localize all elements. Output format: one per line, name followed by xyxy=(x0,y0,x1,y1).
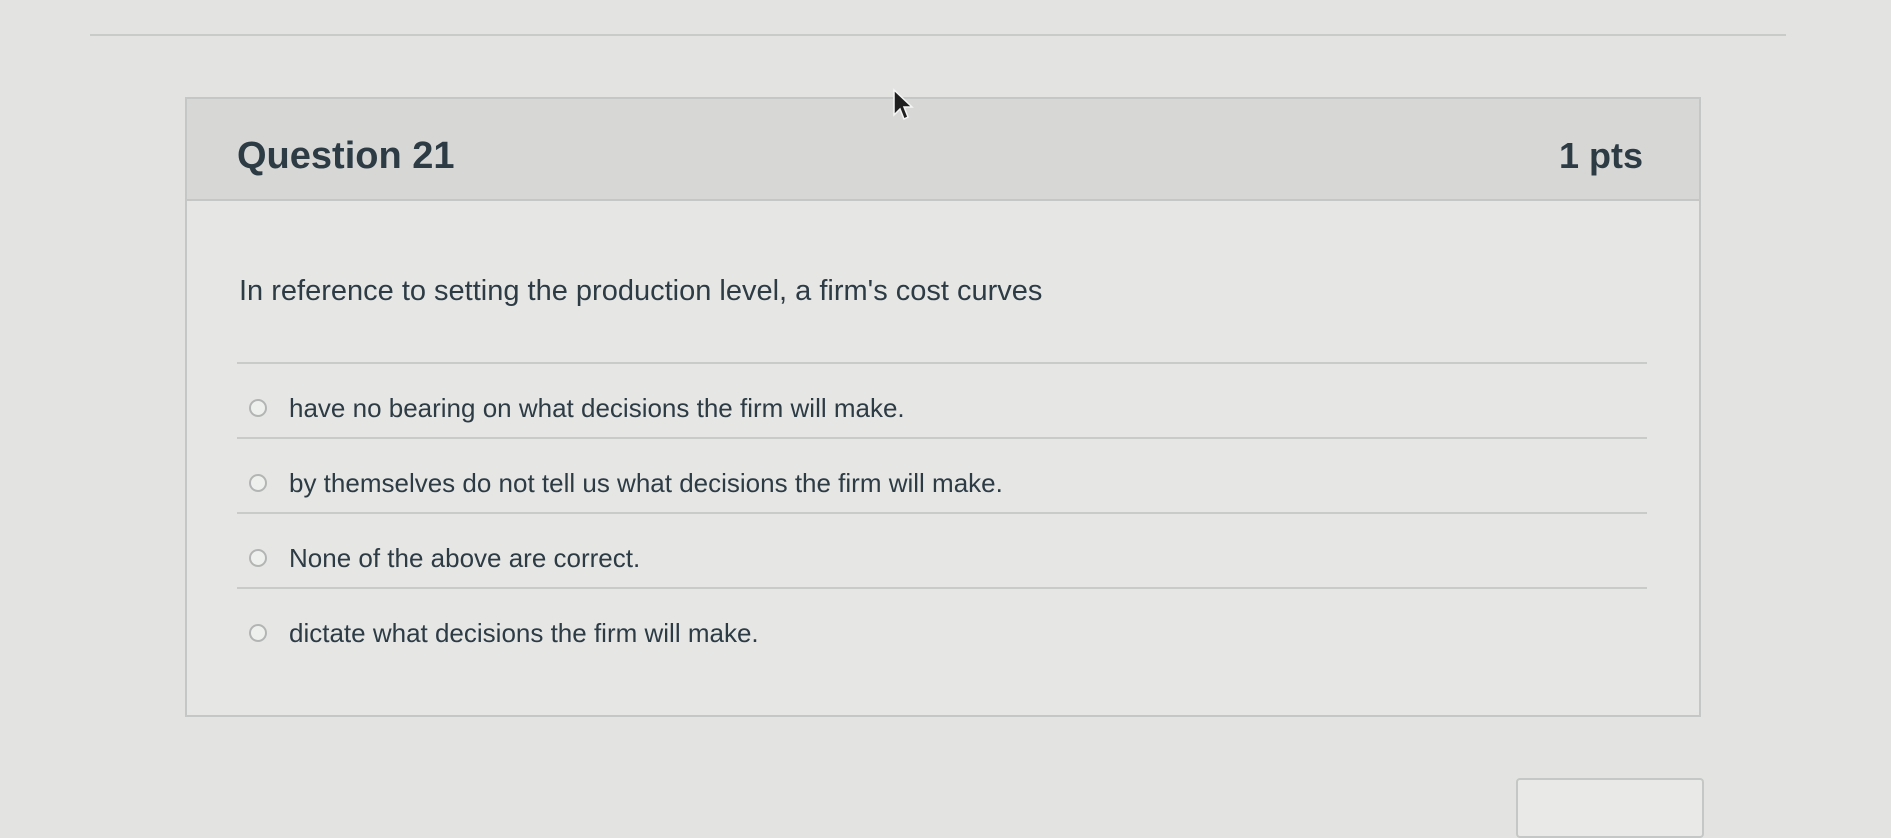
question-header: Question 21 1 pts xyxy=(187,99,1699,201)
answer-list: have no bearing on what decisions the fi… xyxy=(237,362,1647,662)
answer-label[interactable]: dictate what decisions the firm will mak… xyxy=(289,618,759,649)
arrow-cursor-icon xyxy=(893,88,914,121)
question-points: 1 pts xyxy=(1558,135,1643,176)
question-card: Question 21 1 pts In reference to settin… xyxy=(185,97,1701,717)
question-prompt: In reference to setting the production l… xyxy=(239,275,1043,307)
answer-option-1[interactable]: have no bearing on what decisions the fi… xyxy=(237,362,1647,437)
answer-option-4[interactable]: dictate what decisions the firm will mak… xyxy=(237,587,1647,662)
radio-button-icon[interactable] xyxy=(249,624,267,642)
answer-label[interactable]: None of the above are correct. xyxy=(289,543,640,574)
question-title: Question 21 xyxy=(237,135,455,177)
answer-option-2[interactable]: by themselves do not tell us what decisi… xyxy=(237,437,1647,512)
radio-button-icon[interactable] xyxy=(249,549,267,567)
answer-label[interactable]: have no bearing on what decisions the fi… xyxy=(289,393,905,424)
answer-option-3[interactable]: None of the above are correct. xyxy=(237,512,1647,587)
radio-button-icon[interactable] xyxy=(249,399,267,417)
radio-button-icon[interactable] xyxy=(249,474,267,492)
top-divider xyxy=(90,34,1786,36)
answer-label[interactable]: by themselves do not tell us what decisi… xyxy=(289,468,1003,499)
next-button[interactable] xyxy=(1516,778,1704,838)
